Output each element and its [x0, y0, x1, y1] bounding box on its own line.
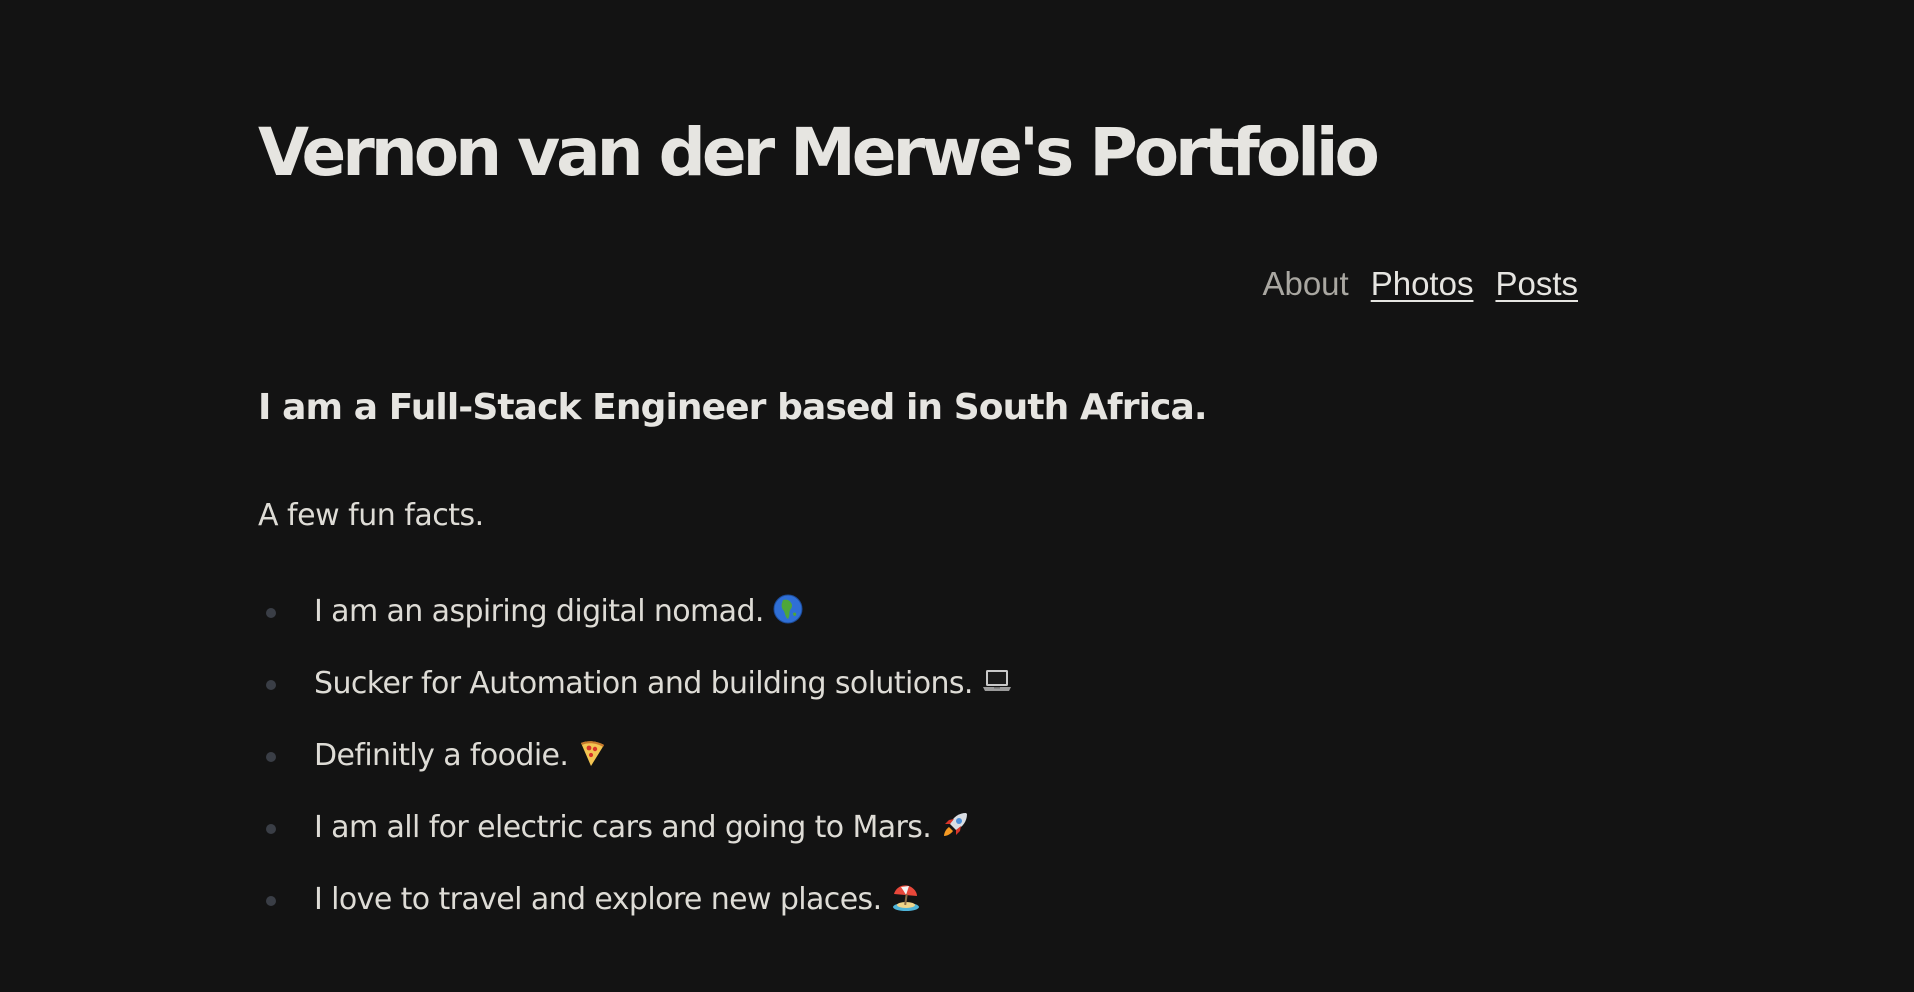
pizza-icon	[581, 741, 605, 766]
fact-text: Definitly a foodie.	[314, 738, 569, 773]
bullet-icon	[266, 896, 276, 906]
fact-text: I am an aspiring digital nomad.	[314, 594, 764, 629]
top-nav: About Photos Posts	[1262, 262, 1578, 306]
headline: I am a Full-Stack Engineer based in Sout…	[258, 387, 1208, 428]
beach-umbrella-icon	[892, 885, 919, 911]
nav-posts-link[interactable]: Posts	[1495, 262, 1578, 306]
bullet-icon	[266, 824, 276, 834]
bullet-icon	[266, 680, 276, 690]
bullet-icon	[266, 752, 276, 762]
globe-africa-icon	[773, 594, 803, 624]
nav-about-link[interactable]: About	[1262, 262, 1348, 306]
nav-photos-link[interactable]: Photos	[1371, 262, 1474, 306]
fact-text: I love to travel and explore new places.	[314, 882, 882, 917]
rocket-icon	[944, 813, 968, 836]
laptop-icon	[982, 670, 1011, 691]
bullet-icon	[266, 608, 276, 618]
fact-text: I am all for electric cars and going to …	[314, 810, 932, 845]
fact-text: Sucker for Automation and building solut…	[314, 666, 973, 701]
intro-text: A few fun facts.	[258, 498, 484, 533]
page: Vernon van der Merwe's Portfolio About P…	[258, 0, 1578, 992]
site-title: Vernon van der Merwe's Portfolio	[258, 114, 1380, 191]
